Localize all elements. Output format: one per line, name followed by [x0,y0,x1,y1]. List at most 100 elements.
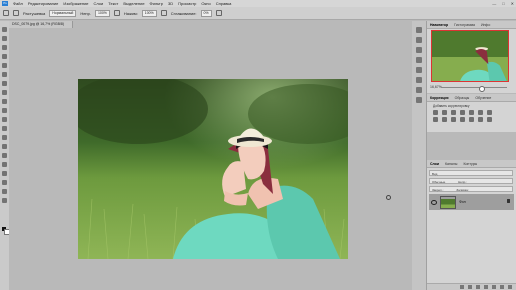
smoothing-field[interactable]: 0% [200,9,212,17]
eyedropper-icon[interactable] [2,72,7,77]
paragraph-icon[interactable] [416,67,422,73]
hand-icon[interactable] [2,189,7,194]
threshold-icon[interactable] [487,117,492,122]
layer-kind-filter[interactable]: Вид [429,170,513,176]
menu-image[interactable]: Изображение [63,1,88,6]
shape-icon[interactable] [2,180,7,185]
channels-icon[interactable] [416,87,422,93]
layer-style-icon[interactable] [468,285,472,289]
link-layers-icon[interactable] [460,285,464,289]
options-bar: Растушевка Нормальный Непр. 100% Нажим: … [0,7,516,20]
posterize-icon[interactable] [478,117,483,122]
libraries-icon[interactable] [416,97,422,103]
tab-info[interactable]: Инфо [481,23,490,27]
tab-learn[interactable]: Обучение [475,96,491,100]
photo-filter-icon[interactable] [442,117,447,122]
history-brush-icon[interactable] [2,108,7,113]
invert-icon[interactable] [469,117,474,122]
move-icon[interactable] [2,27,7,32]
navigator-preview [432,31,508,81]
close-button[interactable]: ✕ [511,1,514,6]
hue-saturation-icon[interactable] [478,110,483,115]
menu-type[interactable]: Текст [108,1,118,6]
eraser-icon[interactable] [2,117,7,122]
menu-layers[interactable]: Слои [94,1,104,6]
opacity-field[interactable]: 100% [94,9,110,17]
document-image[interactable] [78,79,348,259]
add-mask-icon[interactable] [476,285,480,289]
curves-icon[interactable] [451,110,456,115]
blur-icon[interactable] [2,135,7,140]
channel-mixer-icon[interactable] [451,117,456,122]
crop-icon[interactable] [2,63,7,68]
clone-stamp-icon[interactable] [2,99,7,104]
document-tab[interactable]: DSC_0079.jpg @ 16,7% (RGB/8) [9,21,73,28]
tool-preset-icon[interactable] [3,10,9,16]
tab-paths[interactable]: Контуры [463,162,477,166]
airbrush-icon[interactable] [160,10,167,16]
navigator-zoom-slider[interactable] [441,87,507,88]
menu-select[interactable]: Выделение [123,1,144,6]
tab-navigator[interactable]: Навигатор [430,23,448,27]
character-icon[interactable] [416,57,422,63]
brush-icon[interactable] [2,90,7,95]
path-select-icon[interactable] [2,171,7,176]
dodge-icon[interactable] [2,144,7,149]
lock-row[interactable]: Закреп.: Заливка: [429,186,513,192]
tab-histogram[interactable]: Гистограмма [454,23,475,27]
zoom-slider-handle[interactable] [478,85,485,92]
tab-adjustments[interactable]: Коррекция [430,96,449,100]
navigator-thumbnail[interactable] [431,30,509,82]
visibility-eye-icon[interactable] [431,199,437,205]
layer-opacity-label: Непр.: [458,180,467,184]
tab-swatches[interactable]: Образцы [455,96,470,100]
lock-icon [507,199,510,203]
brush-preset-icon[interactable] [13,10,19,16]
gradient-icon[interactable] [2,126,7,131]
healing-brush-icon[interactable] [2,81,7,86]
feather-label: Растушевка [23,10,46,16]
blend-mode-select[interactable]: Обычные Непр.: [429,178,513,184]
type-icon[interactable] [2,162,7,167]
adjustments-panel: Коррекция Образцы Обучение Добавить корр… [427,94,516,132]
vibrance-icon[interactable] [469,110,474,115]
pen-icon[interactable] [2,153,7,158]
delete-layer-icon[interactable] [508,285,512,289]
layer-thumbnail-preview [441,198,455,208]
zoom-icon[interactable] [2,198,7,203]
color-lookup-icon[interactable] [460,117,465,122]
quick-select-icon[interactable] [2,54,7,59]
lasso-icon[interactable] [2,45,7,50]
marquee-icon[interactable] [2,36,7,41]
menu-file[interactable]: Файл [13,1,23,6]
new-adjustment-icon[interactable] [484,285,488,289]
layer-name: Фон [459,200,466,204]
pressure-opacity-icon[interactable] [113,10,120,16]
properties-icon[interactable] [416,37,422,43]
menu-3d[interactable]: 3D [168,1,173,6]
black-white-icon[interactable] [433,117,438,122]
minimize-button[interactable]: — [492,1,496,6]
settings-gear-icon[interactable] [215,10,222,16]
brightness-contrast-icon[interactable] [433,110,438,115]
glyphs-icon[interactable] [416,77,422,83]
mode-select[interactable]: Нормальный [49,9,77,17]
fill-label: Заливка: [456,188,469,192]
menu-edit[interactable]: Редактирование [28,1,58,6]
color-balance-icon[interactable] [487,110,492,115]
menu-view[interactable]: Просмотр [178,1,196,6]
menu-help[interactable]: Справка [216,1,232,6]
layer-background[interactable]: Фон [429,194,514,210]
menu-window[interactable]: Окно [201,1,210,6]
tab-layers[interactable]: Слои [430,162,439,166]
tab-channels[interactable]: Каналы [445,162,457,166]
new-group-icon[interactable] [492,285,496,289]
levels-icon[interactable] [442,110,447,115]
menu-filter[interactable]: Фильтр [150,1,163,6]
history-icon[interactable] [416,27,422,33]
flow-field[interactable]: 100% [141,9,157,17]
maximize-button[interactable]: □ [502,1,504,6]
exposure-icon[interactable] [460,110,465,115]
brush-settings-icon[interactable] [416,47,422,53]
new-layer-icon[interactable] [500,285,504,289]
